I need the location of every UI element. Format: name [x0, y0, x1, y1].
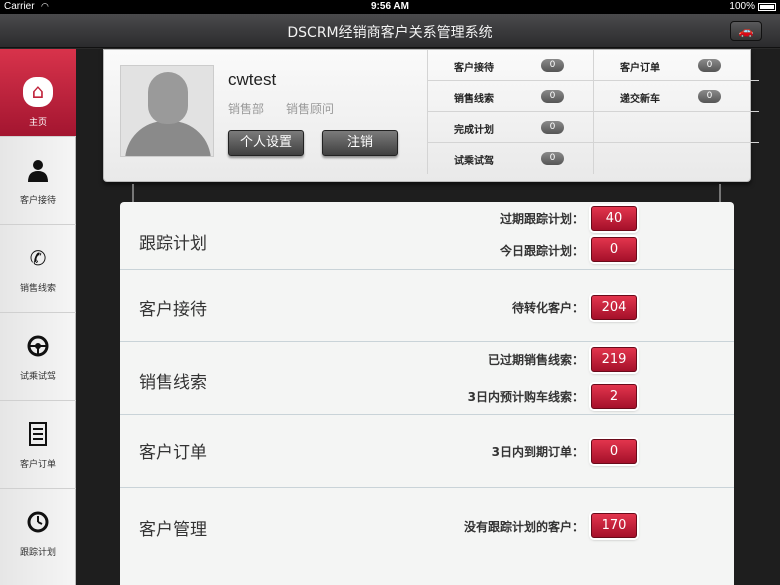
- count-badge: 0: [541, 152, 564, 165]
- phone-icon: ✆: [29, 246, 47, 270]
- metric-value[interactable]: 204: [591, 295, 637, 320]
- sidebar-item-home[interactable]: ⌂ 主页: [0, 49, 76, 137]
- row-customer-orders[interactable]: 客户订单 3日内到期订单： 0: [120, 415, 734, 488]
- metric-value[interactable]: 0: [591, 237, 637, 262]
- car-icon: 🚗: [738, 24, 754, 38]
- title-bar: DSCRM经销商客户关系管理系统 🚗: [0, 14, 780, 48]
- steering-wheel-icon: [25, 333, 51, 359]
- stat-label: 完成计划: [454, 125, 494, 136]
- row-title: 客户订单: [139, 443, 207, 463]
- row-follow-up-plans[interactable]: 跟踪计划 过期跟踪计划： 40 今日跟踪计划： 0: [120, 202, 734, 270]
- person-icon: [25, 157, 51, 183]
- row-sales-leads[interactable]: 销售线索 已过期销售线索： 219 3日内预计购车线索： 2: [120, 342, 734, 415]
- stat-completed-plans[interactable]: 完成计划 0: [427, 112, 593, 143]
- stat-label: 客户接待: [454, 63, 494, 74]
- home-icon: ⌂: [23, 77, 53, 107]
- row-title: 客户接待: [139, 300, 207, 320]
- role-label: 销售顾问: [286, 102, 335, 116]
- stat-label: 试乘试驾: [454, 156, 494, 167]
- logout-button[interactable]: 注销: [322, 130, 398, 156]
- avatar: [120, 65, 214, 157]
- row-customer-reception[interactable]: 客户接待 待转化客户： 204: [120, 270, 734, 342]
- metric-value[interactable]: 170: [591, 513, 637, 538]
- row-customer-management[interactable]: 客户管理 没有跟踪计划的客户： 170: [120, 488, 734, 585]
- main-content: cwtest 销售部 销售顾问 个人设置 注销 客户接待 0 客户订单 0 销售…: [76, 49, 780, 585]
- sidebar-item-orders[interactable]: 客户订单: [0, 401, 76, 489]
- stat-label: 客户订单: [620, 63, 660, 74]
- battery-icon: [758, 3, 776, 11]
- stat-label: 销售线索: [454, 94, 494, 105]
- clock-icon: [25, 509, 51, 535]
- count-badge: 0: [541, 90, 564, 103]
- metric-label: 3日内到期订单：: [491, 445, 584, 459]
- stat-label: 递交新车: [620, 94, 660, 105]
- status-bar: Carrier ◠ 9:56 AM 100%: [0, 0, 780, 14]
- sidebar-item-label: 客户接待: [19, 196, 56, 206]
- row-title: 销售线索: [139, 373, 207, 393]
- metric-label: 过期跟踪计划：: [499, 212, 584, 226]
- metric-label: 没有跟踪计划的客户：: [463, 520, 584, 534]
- clock-label: 9:56 AM: [371, 1, 409, 12]
- stat-delivery[interactable]: 递交新车 0: [593, 81, 759, 112]
- stat-orders[interactable]: 客户订单 0: [593, 50, 759, 81]
- sidebar-item-label: 试乘试驾: [19, 372, 56, 382]
- count-badge: 0: [541, 121, 564, 134]
- count-badge: 0: [698, 59, 721, 72]
- stat-reception[interactable]: 客户接待 0: [427, 50, 593, 81]
- count-badge: 0: [541, 59, 564, 72]
- sidebar-item-label: 跟踪计划: [19, 548, 56, 558]
- metric-value[interactable]: 40: [591, 206, 637, 231]
- username: cwtest: [228, 70, 277, 89]
- stat-empty: [593, 112, 759, 143]
- row-title: 跟踪计划: [139, 234, 207, 254]
- app-title: DSCRM经销商客户关系管理系统: [287, 25, 493, 41]
- metric-label: 已过期销售线索：: [487, 353, 584, 367]
- sidebar: ⌂ 主页 客户接待 ✆ 销售线索 试乘试驾 客户订单 跟踪计划: [0, 49, 76, 585]
- metric-value[interactable]: 219: [591, 347, 637, 372]
- sidebar-item-label: 客户订单: [19, 460, 56, 470]
- settings-button[interactable]: 个人设置: [228, 130, 304, 156]
- sidebar-item-follow-up[interactable]: 跟踪计划: [0, 489, 76, 577]
- dashboard-panel: 跟踪计划 过期跟踪计划： 40 今日跟踪计划： 0 客户接待 待转化客户： 20…: [120, 202, 734, 585]
- row-title: 客户管理: [139, 520, 207, 540]
- count-badge: 0: [698, 90, 721, 103]
- stat-empty: [593, 143, 759, 174]
- metric-label: 今日跟踪计划：: [499, 244, 584, 258]
- car-button[interactable]: 🚗: [730, 21, 762, 41]
- metric-label: 3日内预计购车线索：: [467, 390, 584, 404]
- battery-percent: 100%: [729, 1, 755, 12]
- stat-leads[interactable]: 销售线索 0: [427, 81, 593, 112]
- sidebar-item-test-drive[interactable]: 试乘试驾: [0, 313, 76, 401]
- stats-grid: 客户接待 0 客户订单 0 销售线索 0 递交新车 0 完成计划 0 试乘试驾 …: [427, 50, 759, 174]
- sidebar-item-leads[interactable]: ✆ 销售线索: [0, 225, 76, 313]
- profile-card: cwtest 销售部 销售顾问 个人设置 注销 客户接待 0 客户订单 0 销售…: [103, 49, 759, 182]
- sidebar-item-label: 主页: [28, 118, 47, 128]
- stat-test-drive[interactable]: 试乘试驾 0: [427, 143, 593, 174]
- metric-label: 待转化客户：: [511, 301, 584, 315]
- sidebar-item-label: 销售线索: [19, 284, 56, 294]
- app-window: Carrier ◠ 9:56 AM 100% DSCRM经销商客户关系管理系统 …: [0, 0, 780, 585]
- document-icon: [25, 421, 51, 447]
- department-label: 销售部: [228, 102, 265, 116]
- sidebar-item-reception[interactable]: 客户接待: [0, 137, 76, 225]
- metric-value[interactable]: 0: [591, 439, 637, 464]
- metric-value[interactable]: 2: [591, 384, 637, 409]
